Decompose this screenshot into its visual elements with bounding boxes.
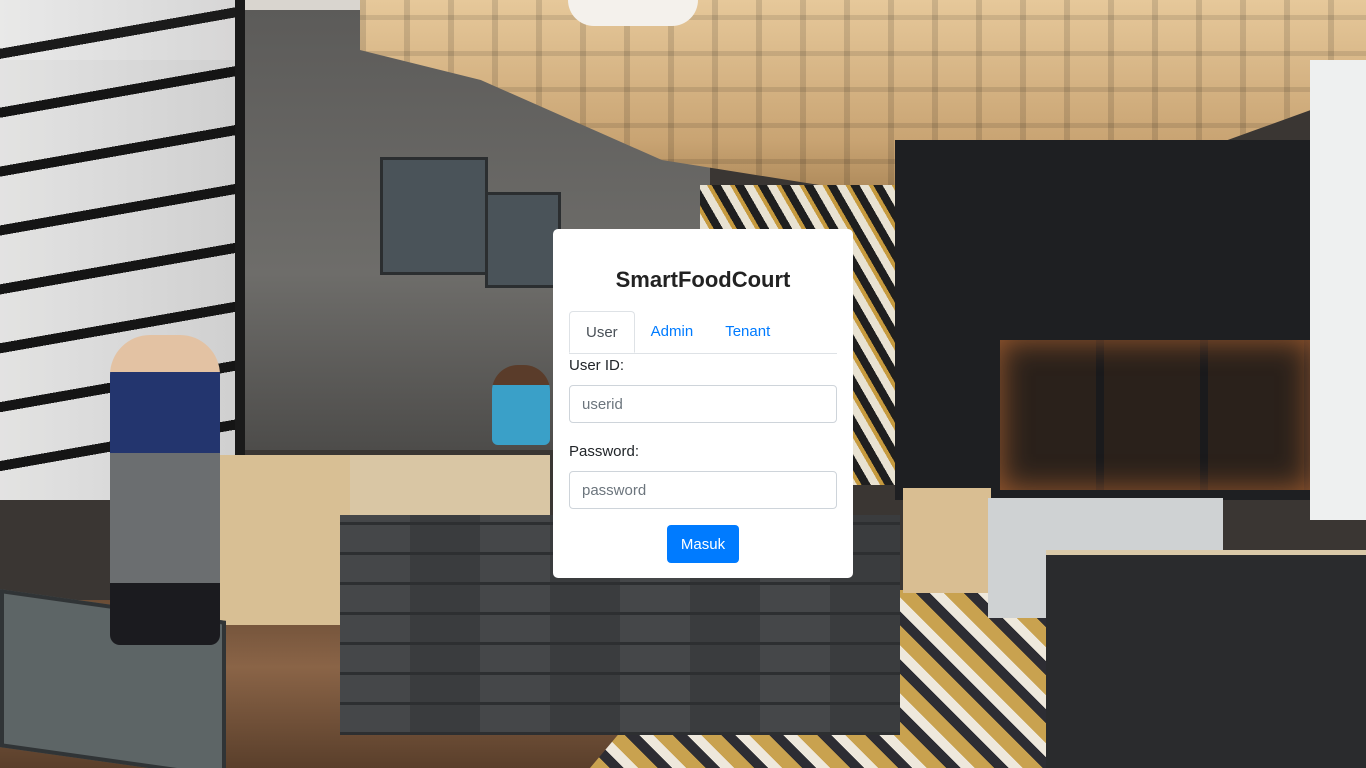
password-label: Password: <box>569 443 640 460</box>
tab-admin[interactable]: Admin <box>635 311 710 352</box>
password-input[interactable] <box>569 471 837 509</box>
tab-tenant[interactable]: Tenant <box>709 311 786 352</box>
login-button[interactable]: Masuk <box>667 525 739 563</box>
login-tabs: User Admin Tenant <box>569 311 837 354</box>
app-title: SmartFoodCourt <box>615 267 791 292</box>
tab-user[interactable]: User <box>569 311 635 353</box>
login-card: SmartFoodCourt User Admin Tenant User ID… <box>553 229 853 578</box>
user-id-input[interactable] <box>569 385 837 423</box>
user-id-label: User ID: <box>569 357 625 374</box>
